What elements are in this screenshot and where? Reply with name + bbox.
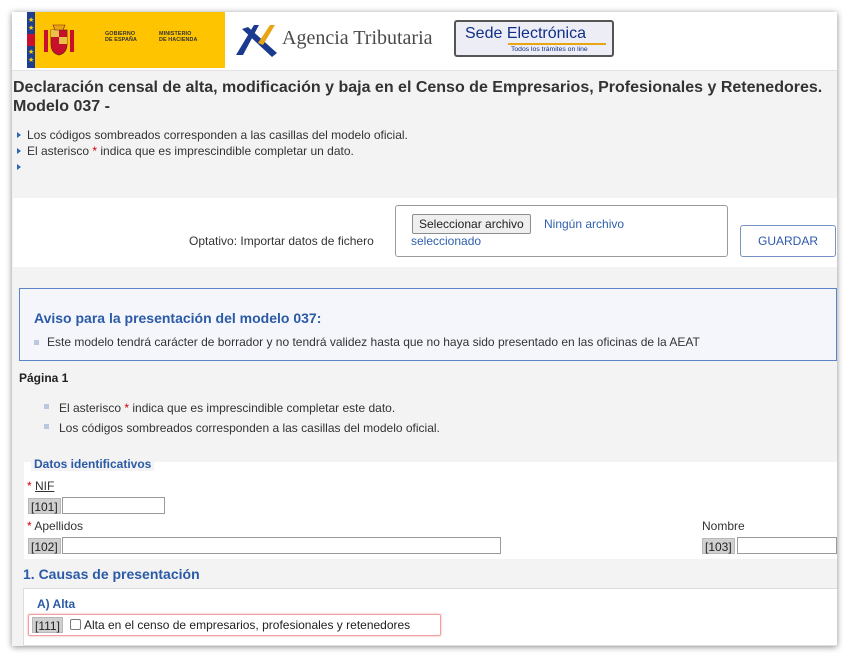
nombre-input[interactable]	[737, 537, 837, 554]
gobierno-logo[interactable]: ★ ★ ★ ★ GOBIERNO DE ESPAÑA MINISTERIO DE…	[27, 12, 225, 68]
code-101: [101]	[28, 498, 61, 514]
nif-input[interactable]	[62, 497, 165, 514]
import-label: Optativo: Importar datos de fichero	[189, 234, 374, 248]
note-item: Los códigos sombreados corresponden a la…	[17, 127, 408, 143]
section-legend: Datos identificativos	[31, 457, 155, 471]
page-label: Página 1	[19, 371, 69, 385]
coat-of-arms-icon	[44, 24, 74, 56]
apellidos-label: * Apellidos	[27, 519, 84, 533]
page-title: Declaración censal de alta, modificación…	[13, 79, 823, 115]
code-111: [111]	[32, 617, 63, 633]
eu-flag-icon: ★ ★ ★ ★	[27, 12, 35, 68]
page-note-item: El asterisco * indica que es imprescindi…	[44, 400, 440, 420]
triangle-bullet-icon	[17, 164, 21, 170]
sede-subtitle: Todos los trámites on line	[511, 46, 588, 53]
triangle-bullet-icon	[17, 132, 21, 138]
aviso-title: Aviso para la presentación del modelo 03…	[34, 310, 322, 326]
code-103: [103]	[702, 538, 735, 554]
square-bullet-icon	[44, 404, 49, 409]
alta-checkbox[interactable]	[70, 619, 81, 630]
sede-underline	[508, 43, 606, 45]
note-item	[17, 159, 408, 175]
save-button[interactable]: GUARDAR	[740, 225, 836, 257]
sede-electronica-logo[interactable]: Sede Electrónica Todos los trámites on l…	[454, 20, 614, 57]
nombre-label: Nombre	[702, 519, 745, 533]
alta-checkbox-label[interactable]: Alta en el censo de empresarios, profesi…	[84, 618, 410, 632]
agencia-tributaria-logo[interactable]: Agencia Tributaria	[234, 21, 444, 61]
page-note-item: Los códigos sombreados corresponden a la…	[44, 420, 440, 440]
triangle-bullet-icon	[17, 148, 21, 154]
intro-notes: Los códigos sombreados corresponden a la…	[17, 127, 408, 175]
note-item: El asterisco * indica que es imprescindi…	[17, 143, 408, 159]
site-header: ★ ★ ★ ★ GOBIERNO DE ESPAÑA MINISTERIO DE…	[12, 12, 837, 71]
aviso-item: Este modelo tendrá carácter de borrador …	[34, 335, 700, 349]
alta-title: A) Alta	[37, 597, 76, 611]
datos-identificativos-section: Datos identificativos * NIF [101] * Apel…	[24, 457, 837, 559]
alta-checkbox-row[interactable]: [111] Alta en el censo de empresarios, p…	[28, 614, 441, 636]
nif-label: * NIF	[27, 479, 55, 493]
page-notes: El asterisco * indica que es imprescindi…	[44, 400, 440, 440]
square-bullet-icon	[44, 424, 49, 429]
alta-section: A) Alta [111] Alta en el censo de empres…	[23, 588, 837, 646]
gobierno-text: GOBIERNO DE ESPAÑA	[105, 31, 137, 44]
square-bullet-icon	[34, 340, 39, 345]
app-window: ★ ★ ★ ★ GOBIERNO DE ESPAÑA MINISTERIO DE…	[12, 12, 837, 646]
aviso-panel: Aviso para la presentación del modelo 03…	[19, 288, 837, 361]
required-asterisk: *	[27, 479, 32, 493]
import-bar: Optativo: Importar datos de fichero Ning…	[13, 198, 837, 267]
code-102: [102]	[28, 538, 61, 554]
ministerio-text: MINISTERIO DE HACIENDA	[159, 31, 198, 44]
agency-name: Agencia Tributaria	[282, 27, 433, 49]
agencia-tributaria-icon	[236, 25, 277, 57]
causas-title: 1. Causas de presentación	[23, 566, 200, 582]
file-input[interactable]: Ningún archivo seleccionado Seleccionar …	[395, 205, 728, 257]
required-asterisk: *	[27, 519, 32, 533]
select-file-button[interactable]: Seleccionar archivo	[412, 214, 531, 234]
sede-title: Sede Electrónica	[465, 25, 586, 42]
apellidos-input[interactable]	[62, 537, 501, 554]
